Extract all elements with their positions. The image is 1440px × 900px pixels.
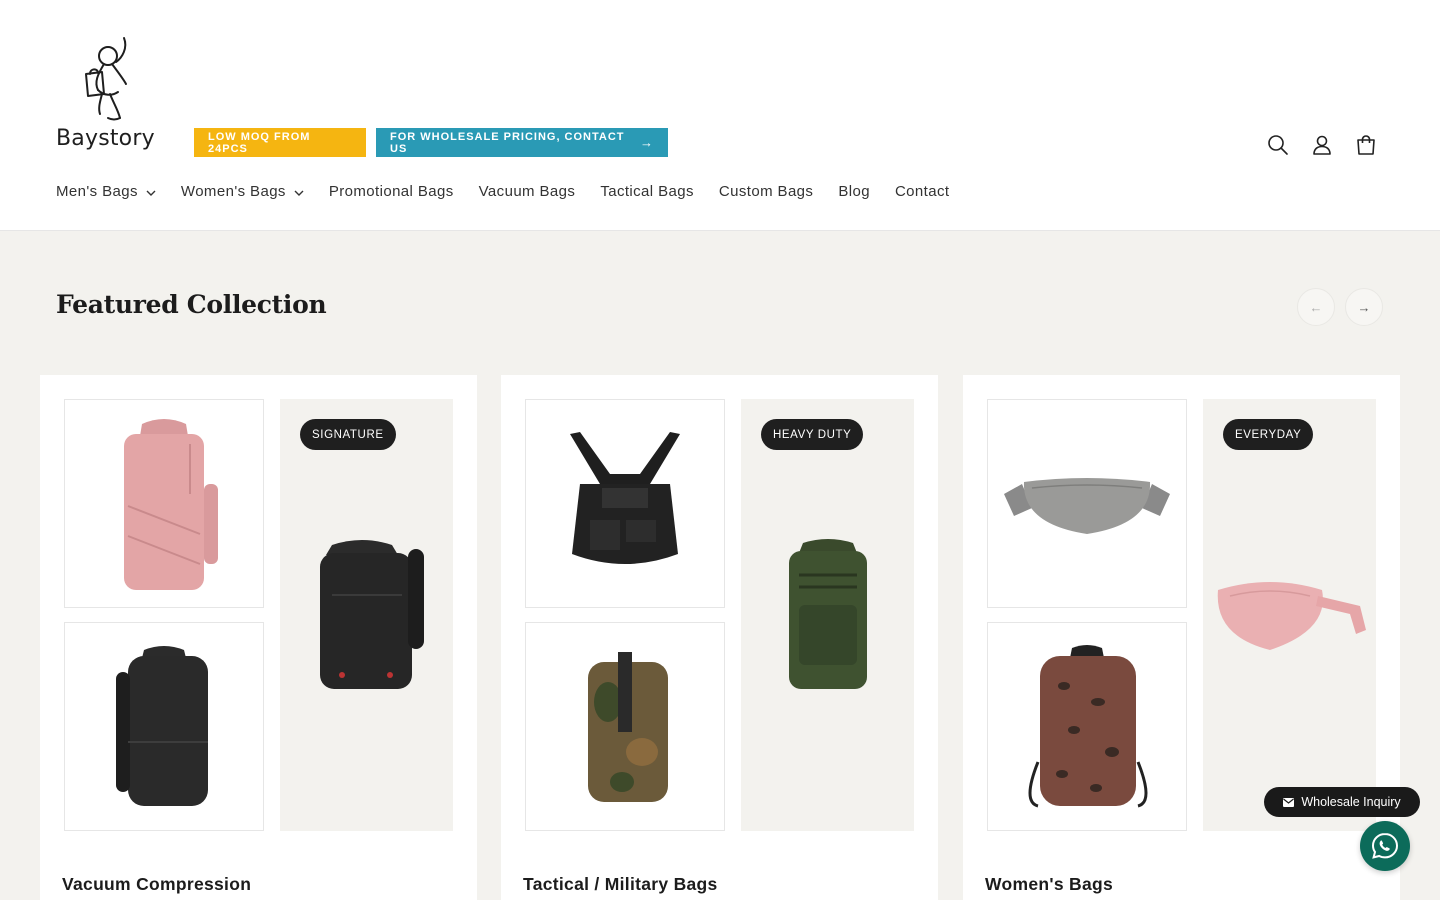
product-thumb[interactable] [64, 622, 264, 831]
product-hero[interactable]: SIGNATURE [280, 399, 453, 831]
search-icon [1268, 135, 1288, 155]
whatsapp-icon [1371, 832, 1399, 859]
black-chest-rig-image [570, 431, 680, 564]
nav-item-promotional-bags[interactable]: Promotional Bags [329, 183, 454, 200]
brand-name: Baystory [56, 126, 155, 151]
black-laptop-backpack-image [116, 645, 208, 806]
badge: SIGNATURE [300, 419, 396, 450]
nav-item-label: Vacuum Bags [478, 183, 576, 200]
wholesale-inquiry-button[interactable]: Wholesale Inquiry [1264, 787, 1420, 817]
brand-logo[interactable]: Baystory [56, 34, 160, 156]
logo-figure-icon [85, 37, 127, 121]
badge: HEAVY DUTY [761, 419, 864, 450]
nav-item-tactical-bags[interactable]: Tactical Bags [600, 183, 694, 200]
badge: EVERYDAY [1223, 419, 1314, 450]
wholesale-promo-button[interactable]: FOR WHOLESALE PRICING, CONTACT US → [376, 128, 668, 157]
nav-item-label: Tactical Bags [600, 183, 694, 200]
wholesale-promo-label: FOR WHOLESALE PRICING, CONTACT US [390, 130, 625, 155]
product-thumb[interactable] [987, 622, 1187, 831]
search-button[interactable] [1263, 130, 1293, 160]
nav-item-label: Women's Bags [180, 183, 286, 200]
cart-icon [1357, 135, 1375, 155]
arrow-right-icon: → [640, 135, 654, 150]
wholesale-inquiry-label: Wholesale Inquiry [1301, 795, 1401, 809]
mail-icon [1283, 797, 1295, 807]
black-travel-backpack-image [319, 540, 424, 689]
chevron-down-icon [294, 190, 304, 196]
nav-item-blog[interactable]: Blog [838, 183, 870, 200]
leopard-backpack-image [1028, 644, 1148, 807]
product-thumb[interactable] [525, 622, 725, 831]
site-header: Baystory LOW MOQ FROM 24PCS FOR WHOLESAL… [0, 0, 1440, 231]
main-nav: Men's Bags Women's Bags Promotional Bags… [56, 183, 974, 200]
camo-sling-bag-image [588, 651, 668, 802]
product-thumb[interactable] [64, 399, 264, 608]
product-thumb[interactable] [987, 399, 1187, 608]
nav-item-womens-bags[interactable]: Women's Bags [181, 183, 304, 200]
slider-prev-button[interactable]: ← [1297, 288, 1335, 326]
nav-item-contact[interactable]: Contact [895, 183, 950, 200]
moq-promo-label: LOW MOQ FROM 24PCS [208, 130, 311, 155]
card-title[interactable]: Tactical / Military Bags [523, 874, 718, 895]
arrow-left-icon: ← [1309, 299, 1323, 315]
featured-collection-section: Featured Collection ← → SIGNATURE Vacuum… [0, 231, 1440, 900]
grey-crossbody-bag-image [1004, 477, 1170, 534]
whatsapp-button[interactable] [1360, 821, 1410, 871]
nav-item-mens-bags[interactable]: Men's Bags [56, 183, 156, 200]
account-button[interactable] [1307, 130, 1337, 160]
nav-item-label: Men's Bags [56, 183, 138, 200]
moq-promo-button[interactable]: LOW MOQ FROM 24PCS [194, 128, 366, 157]
collection-card-tactical[interactable]: HEAVY DUTY Tactical / Military Bags [501, 375, 938, 900]
card-title[interactable]: Women's Bags [985, 874, 1113, 895]
nav-item-label: Custom Bags [718, 183, 814, 200]
pink-belt-bag-image [1217, 582, 1366, 650]
chevron-down-icon [146, 190, 156, 196]
product-thumb[interactable] [525, 399, 725, 608]
olive-tactical-backpack-image [788, 539, 867, 689]
nav-item-custom-bags[interactable]: Custom Bags [719, 183, 813, 200]
collection-card-vacuum[interactable]: SIGNATURE Vacuum Compression [40, 375, 477, 900]
account-icon [1313, 135, 1331, 155]
arrow-right-icon: → [1357, 299, 1371, 315]
card-title[interactable]: Vacuum Compression [62, 874, 251, 895]
pink-travel-backpack-image [124, 418, 218, 590]
nav-item-vacuum-bags[interactable]: Vacuum Bags [479, 183, 576, 200]
nav-item-label: Promotional Bags [328, 183, 454, 200]
product-hero[interactable]: HEAVY DUTY [741, 399, 914, 831]
collection-card-womens[interactable]: EVERYDAY Women's Bags [963, 375, 1400, 900]
cart-button[interactable] [1351, 130, 1381, 160]
section-title: Featured Collection [56, 290, 327, 319]
product-hero[interactable]: EVERYDAY [1203, 399, 1376, 831]
slider-next-button[interactable]: → [1345, 288, 1383, 326]
nav-item-label: Blog [838, 183, 870, 200]
nav-item-label: Contact [894, 183, 950, 200]
